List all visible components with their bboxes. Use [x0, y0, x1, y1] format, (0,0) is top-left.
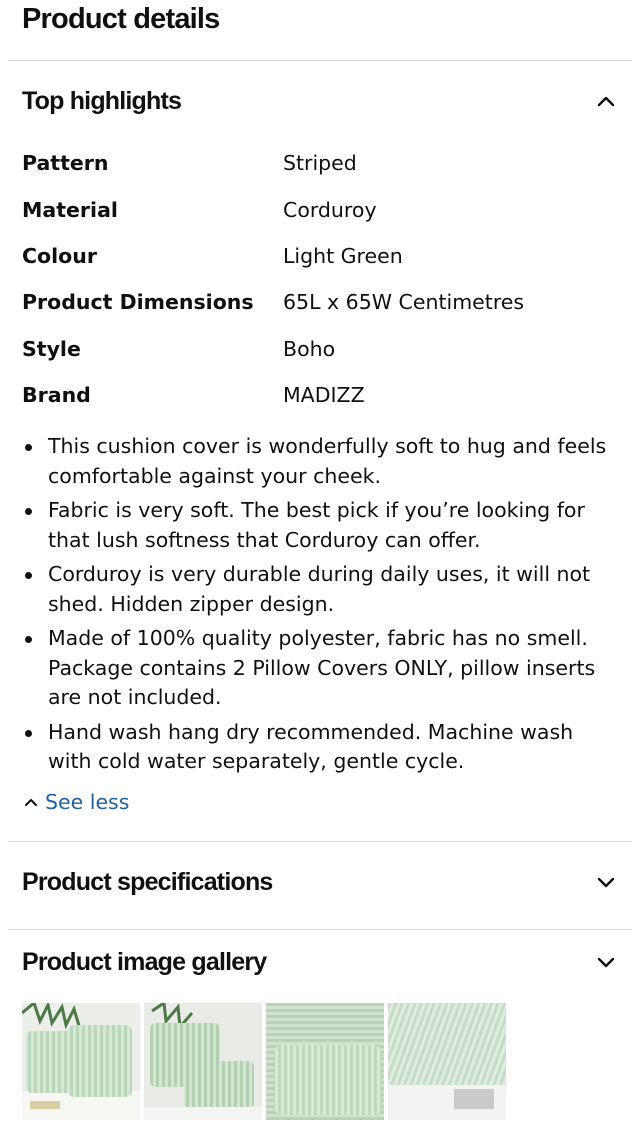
bullet-dot [25, 444, 32, 451]
bullet-text: Hand wash hang dry recommended. Machine … [48, 719, 574, 774]
attribute-value: Striped [283, 151, 357, 176]
chevron-down-icon[interactable] [594, 950, 618, 974]
feature-bullets: This cushion cover is wonderfully soft t… [22, 432, 622, 782]
gallery-thumbnail[interactable] [144, 1003, 262, 1120]
bullet-text: This cushion cover is wonderfully soft t… [48, 434, 607, 488]
attribute-key: Colour [22, 243, 97, 268]
attribute-value: Boho [283, 336, 336, 361]
attribute-row: Style Boho [22, 326, 524, 372]
attribute-key: Style [22, 336, 81, 361]
section-title-product-image-gallery: Product image gallery [22, 947, 267, 976]
bullet-item: Corduroy is very durable during daily us… [22, 560, 622, 619]
section-title-top-highlights: Top highlights [22, 86, 182, 115]
gallery-thumbnail[interactable] [22, 1003, 140, 1120]
attribute-row: Brand MADIZZ [22, 372, 524, 418]
attribute-row: Colour Light Green [22, 233, 524, 279]
attributes-table: Pattern Striped Material Corduroy Colour… [22, 140, 524, 418]
bullet-dot [25, 508, 32, 515]
image-gallery [22, 1003, 506, 1120]
bullet-dot [25, 729, 32, 737]
bullet-text: Fabric is very soft. The best pick if yo… [48, 498, 585, 552]
see-less-label: See less [45, 790, 130, 814]
bullet-dot [25, 636, 32, 643]
bullet-text: Made of 100% quality polyester, fabric h… [48, 626, 596, 709]
top-highlights-header[interactable]: Top highlights [22, 81, 618, 121]
product-specifications-header[interactable]: Product specifications [22, 862, 618, 902]
bullet-item: This cushion cover is wonderfully soft t… [22, 432, 622, 491]
attribute-key: Brand [22, 383, 91, 408]
attribute-key: Product Dimensions [22, 290, 254, 315]
bullet-item: Made of 100% quality polyester, fabric h… [22, 624, 622, 713]
see-less-link[interactable]: See less [22, 790, 129, 814]
attribute-key: Material [22, 197, 118, 222]
bullet-dot [25, 572, 32, 579]
chevron-down-icon[interactable] [594, 870, 618, 894]
bullet-text: Corduroy is very durable during daily us… [48, 562, 591, 616]
attribute-value: Light Green [283, 243, 403, 268]
pillow-image [144, 1003, 262, 1120]
chevron-up-icon [25, 799, 37, 806]
bullet-item: Fabric is very soft. The best pick if yo… [22, 496, 622, 555]
bullet-item: Hand wash hang dry recommended. Machine … [22, 718, 622, 777]
gallery-thumbnail[interactable] [388, 1003, 506, 1120]
pillow-image [22, 1003, 140, 1120]
section-title-product-specifications: Product specifications [22, 867, 273, 896]
pillow-image [266, 1003, 384, 1120]
attribute-row: Pattern Striped [22, 140, 524, 186]
attribute-row: Material Corduroy [22, 186, 524, 232]
attribute-value: Corduroy [283, 197, 377, 222]
divider [8, 60, 632, 61]
chevron-up-icon[interactable] [594, 89, 618, 113]
attribute-row: Product Dimensions 65L x 65W Centimetres [22, 279, 524, 325]
gallery-thumbnail[interactable] [266, 1003, 384, 1120]
product-image-gallery-header[interactable]: Product image gallery [22, 942, 618, 982]
pillow-image [388, 1003, 506, 1120]
attribute-value: MADIZZ [283, 383, 365, 408]
page-title: Product details [22, 3, 220, 35]
attribute-value: 65L x 65W Centimetres [283, 290, 525, 315]
attribute-key: Pattern [22, 151, 109, 176]
divider [8, 929, 632, 930]
divider [8, 841, 632, 842]
